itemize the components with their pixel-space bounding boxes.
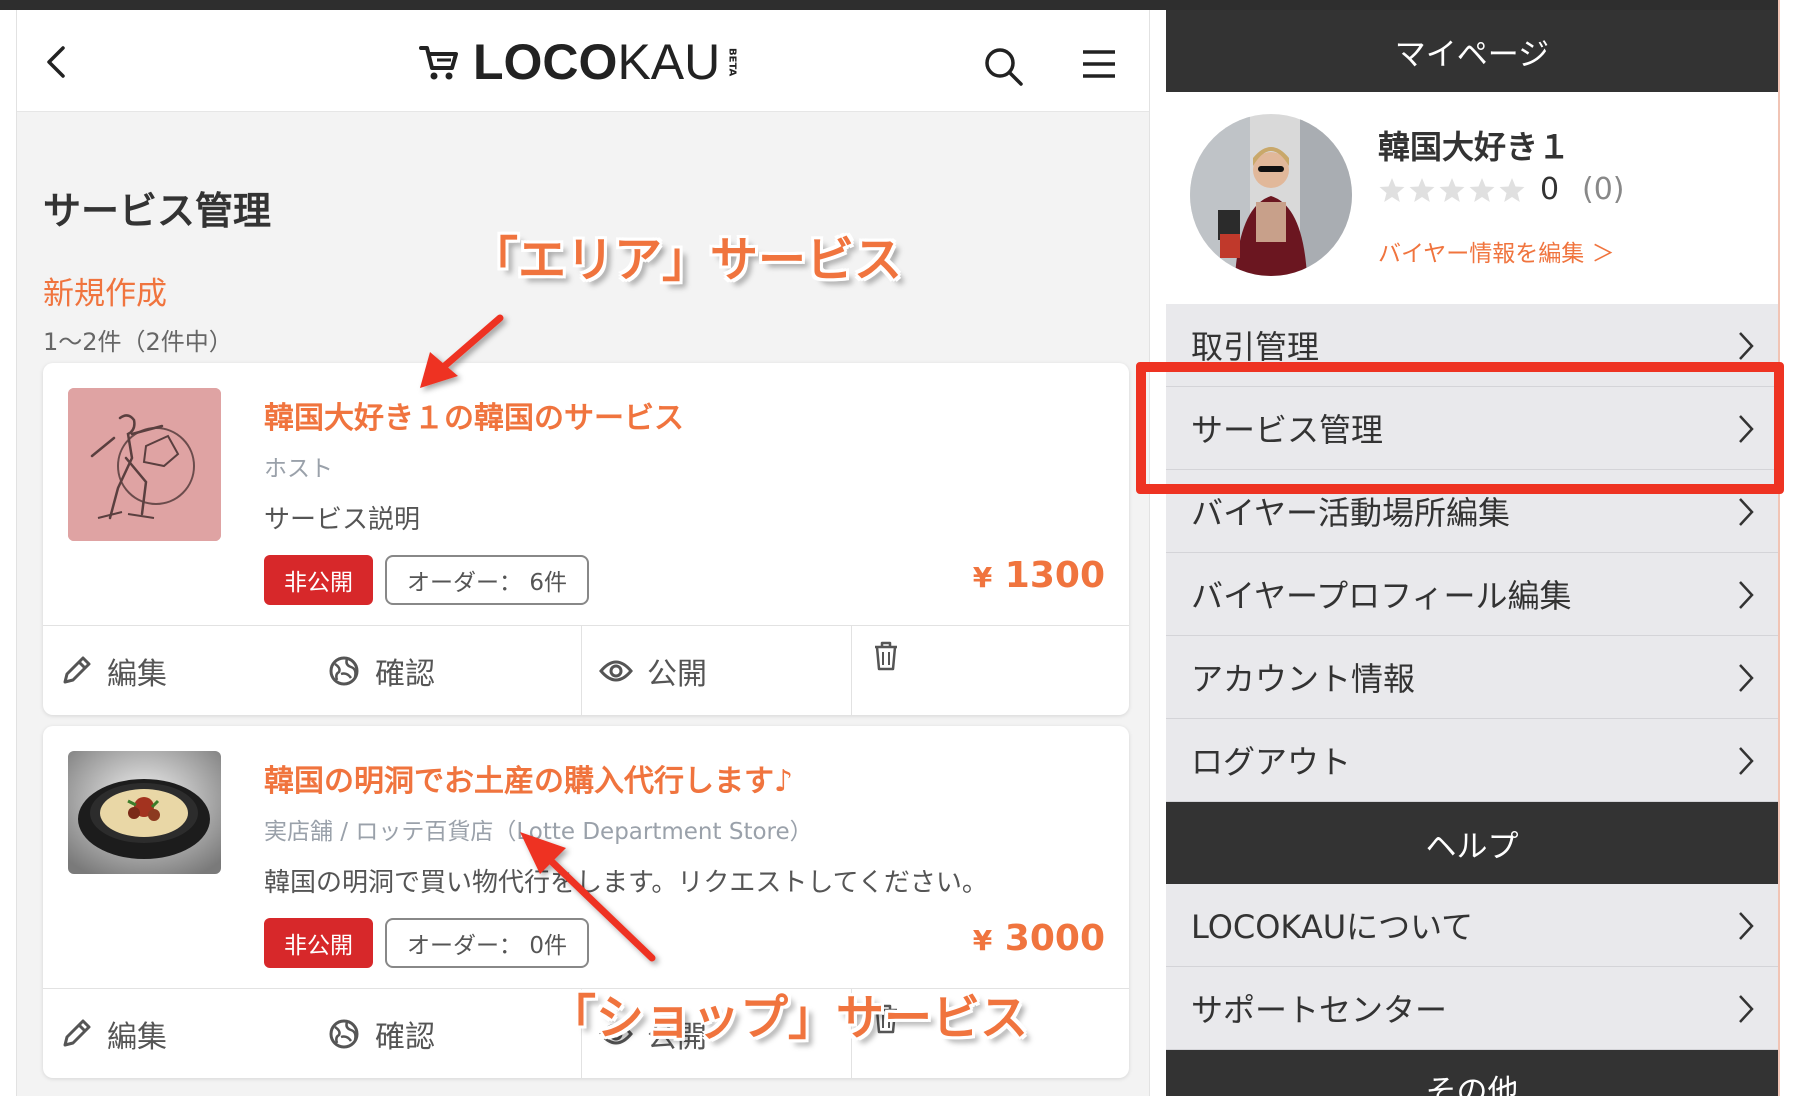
trash-icon <box>875 641 897 671</box>
back-arrow-icon[interactable] <box>37 42 77 82</box>
menu-label: ログアウト <box>1191 743 1352 781</box>
menu-item-account[interactable]: アカウント情報 <box>1166 636 1778 719</box>
page-title: サービス管理 <box>43 189 272 233</box>
price-value: 3000 <box>1004 918 1105 959</box>
logo-wordmark: LOCOKAU <box>473 33 720 91</box>
menu-item-buyer-profile[interactable]: バイヤープロフィール編集 <box>1166 553 1778 636</box>
chevron-right-icon <box>1739 747 1754 775</box>
rating-count: (0) <box>1582 172 1625 207</box>
edit-buyer-info-link[interactable]: バイヤー情報を編集 ＞ <box>1378 234 1615 268</box>
order-count-badge: オーダー： 6件 <box>385 555 589 605</box>
service-thumbnail[interactable] <box>68 388 221 541</box>
card-actions: 編集 確認 公開 <box>43 625 1129 715</box>
window-top-strip <box>0 0 1802 10</box>
pencil-icon <box>63 1019 91 1047</box>
avatar-photo <box>1190 114 1352 276</box>
check-label: 確認 <box>375 1020 435 1055</box>
menu-item-about[interactable]: LOCOKAUについて <box>1166 884 1778 967</box>
edit-label: 編集 <box>107 1020 167 1055</box>
order-count-badge: オーダー： 0件 <box>385 918 589 968</box>
edit-label: 編集 <box>107 657 167 692</box>
rating-value: 0 <box>1540 172 1560 207</box>
menu-item-support[interactable]: サポートセンター <box>1166 967 1778 1050</box>
noodle-bowl-photo <box>68 751 221 874</box>
shop-service-annotation: 「ショップ」サービス <box>548 990 1029 1046</box>
service-title[interactable]: 韓国の明洞でお土産の購入代行します♪ <box>264 756 793 800</box>
chevron-right-icon <box>1739 664 1754 692</box>
other-header: その他 <box>1166 1050 1778 1096</box>
page-edge <box>1778 0 1802 1096</box>
price-value: 1300 <box>1004 555 1105 596</box>
help-header: ヘルプ <box>1166 802 1778 884</box>
menu-label: サポートセンター <box>1191 991 1448 1029</box>
avatar[interactable] <box>1190 114 1352 276</box>
service-description: 韓国の明洞で買い物代行をします。リクエストしてください。 <box>264 868 988 898</box>
beta-label: BETA <box>726 47 738 77</box>
dancer-illustration <box>68 388 221 541</box>
edit-button[interactable]: 編集 <box>59 626 167 715</box>
mypage-sidebar: マイページ 韓国大好き１ 0 (0) バイヤー情報を編集 ＞ 取引管理 サービス… <box>1166 10 1778 1096</box>
star-icon <box>1499 178 1525 202</box>
service-type: ホスト <box>264 456 333 482</box>
cart-icon <box>419 46 458 80</box>
logo-bold: LOCO <box>473 34 618 90</box>
pencil-icon <box>63 656 91 684</box>
private-status-badge: 非公開 <box>264 555 373 605</box>
star-icon <box>1469 178 1495 202</box>
new-service-link[interactable]: 新規作成 <box>43 268 167 313</box>
check-button[interactable]: 確認 <box>327 626 435 715</box>
star-icon <box>1409 178 1435 202</box>
mypage-header: マイページ <box>1166 10 1778 92</box>
divider <box>851 626 852 715</box>
publish-button[interactable]: 公開 <box>599 626 707 715</box>
divider <box>581 626 582 715</box>
edit-button[interactable]: 編集 <box>59 989 167 1078</box>
area-service-annotation: 「エリア」サービス <box>470 232 903 288</box>
publish-label: 公開 <box>647 657 707 692</box>
service-title[interactable]: 韓国大好き１の韓国のサービス <box>264 393 684 437</box>
currency-symbol: ¥ <box>972 924 993 957</box>
service-thumbnail[interactable] <box>68 751 221 874</box>
locokau-logo[interactable]: LOCOKAU BETA <box>417 34 737 90</box>
app-header: LOCOKAU BETA <box>17 10 1149 112</box>
chevron-right-icon <box>1739 581 1754 609</box>
currency-symbol: ¥ <box>972 561 993 594</box>
main-panel: LOCOKAU BETA サービス管理 新規作成 1〜2件（2件中） 韓国大好き… <box>16 10 1150 1096</box>
logo-light: KAU <box>617 34 721 90</box>
chevron-right-icon <box>1739 498 1754 526</box>
rating-stars <box>1378 176 1526 204</box>
service-description: サービス説明 <box>264 505 421 535</box>
hamburger-menu-icon[interactable] <box>1079 46 1119 82</box>
globe-icon <box>329 1019 359 1049</box>
menu-label: LOCOKAUについて <box>1191 908 1474 946</box>
menu-label: バイヤープロフィール編集 <box>1191 577 1572 615</box>
service-card: 韓国大好き１の韓国のサービス ホスト サービス説明 非公開 オーダー： 6件 ¥… <box>43 363 1129 715</box>
check-button[interactable]: 確認 <box>327 989 435 1078</box>
delete-button[interactable] <box>869 626 903 715</box>
profile-card: 韓国大好き１ 0 (0) バイヤー情報を編集 ＞ <box>1166 92 1778 304</box>
chevron-right-icon <box>1739 332 1754 360</box>
service-location: 実店舗 / ロッテ百貨店（Lotte Department Store） <box>264 819 813 845</box>
star-icon <box>1439 178 1465 202</box>
star-icon <box>1379 178 1405 202</box>
profile-name: 韓国大好き１ <box>1378 128 1571 166</box>
service-price: ¥ 1300 <box>973 555 1105 596</box>
menu-label: アカウント情報 <box>1191 660 1416 698</box>
eye-icon <box>599 660 633 682</box>
service-price: ¥ 3000 <box>973 918 1105 959</box>
search-icon[interactable] <box>981 44 1025 88</box>
result-count: 1〜2件（2件中） <box>43 328 233 356</box>
globe-icon <box>329 656 359 686</box>
highlight-box <box>1136 362 1784 494</box>
menu-item-logout[interactable]: ログアウト <box>1166 719 1778 802</box>
chevron-right-icon <box>1739 912 1754 940</box>
private-status-badge: 非公開 <box>264 918 373 968</box>
menu-label: バイヤー活動場所編集 <box>1191 494 1511 532</box>
check-label: 確認 <box>375 657 435 692</box>
chevron-right-icon <box>1739 995 1754 1023</box>
